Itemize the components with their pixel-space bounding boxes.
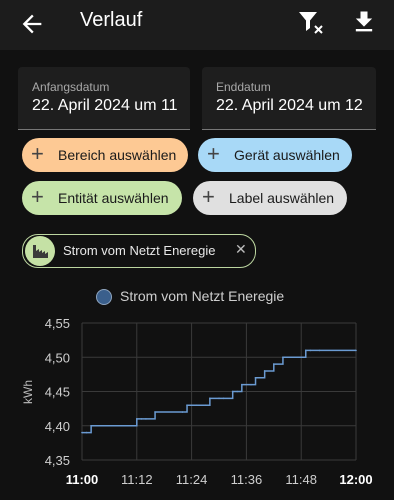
data-point bbox=[85, 431, 88, 434]
data-point bbox=[181, 411, 184, 413]
data-point bbox=[309, 349, 312, 352]
data-point bbox=[140, 418, 143, 420]
y-axis-title: kWh bbox=[21, 380, 35, 404]
data-point bbox=[90, 424, 92, 427]
x-tick-label: 12:00 bbox=[339, 472, 372, 487]
data-point bbox=[145, 418, 147, 420]
data-point bbox=[209, 397, 211, 400]
x-tick-label: 11:48 bbox=[285, 472, 317, 487]
data-point bbox=[222, 397, 225, 400]
data-point bbox=[195, 404, 197, 407]
data-point bbox=[241, 383, 243, 386]
data-point bbox=[250, 383, 252, 386]
data-point bbox=[254, 377, 257, 379]
data-point bbox=[282, 356, 284, 359]
x-tick-label: 11:12 bbox=[121, 472, 153, 487]
data-point bbox=[81, 431, 83, 434]
data-point bbox=[273, 363, 275, 365]
data-point bbox=[122, 424, 124, 427]
data-point bbox=[104, 424, 106, 427]
data-point bbox=[318, 349, 321, 352]
data-point bbox=[231, 390, 234, 393]
data-point bbox=[204, 404, 207, 407]
data-point bbox=[136, 418, 138, 420]
data-point bbox=[218, 397, 220, 400]
data-point bbox=[291, 356, 293, 359]
x-tick-label: 11:00 bbox=[66, 472, 99, 487]
x-tick-label: 11:24 bbox=[176, 472, 208, 487]
data-point bbox=[304, 349, 307, 352]
x-tick-label: 11:36 bbox=[231, 472, 263, 487]
data-point bbox=[126, 424, 129, 427]
y-tick-label: 4,40 bbox=[45, 419, 70, 434]
data-point bbox=[355, 349, 357, 352]
data-point bbox=[295, 356, 298, 359]
data-point bbox=[263, 370, 266, 372]
energy-line-chart: 4,55 4,50 4,45 4,40 4,35 11:00 11:12 11:24 11:3… bbox=[21, 316, 373, 487]
data-point bbox=[154, 411, 156, 413]
y-tick-label: 4,45 bbox=[45, 385, 70, 400]
y-tick-label: 4,55 bbox=[45, 316, 70, 331]
data-point bbox=[236, 390, 239, 393]
data-point bbox=[186, 404, 188, 407]
y-tick-label: 4,35 bbox=[45, 453, 70, 468]
y-tick-label: 4,50 bbox=[45, 350, 70, 365]
